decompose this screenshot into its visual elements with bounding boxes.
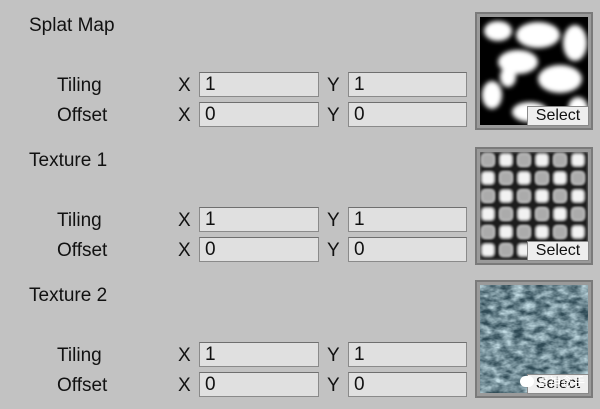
watermark: 喜神念手 <box>519 373 585 390</box>
tiling-x-field[interactable]: 1 <box>199 207 319 232</box>
texture-2-slot[interactable]: Select 喜神念手 <box>475 280 593 398</box>
tiling-x-label: X <box>178 345 191 366</box>
tiling-label: Tiling <box>57 75 102 96</box>
offset-x-label: X <box>178 375 191 396</box>
tiling-y-label: Y <box>327 210 340 231</box>
wechat-icon <box>519 376 534 387</box>
tiling-y-field[interactable]: 1 <box>348 342 467 367</box>
tiling-y-label: Y <box>327 75 340 96</box>
offset-x-field[interactable]: 0 <box>199 372 319 397</box>
tiling-x-field[interactable]: 1 <box>199 72 319 97</box>
offset-label: Offset <box>57 375 108 396</box>
tiling-x-label: X <box>178 210 191 231</box>
tiling-y-field[interactable]: 1 <box>348 207 467 232</box>
offset-y-label: Y <box>327 105 340 126</box>
watermark-text: 喜神念手 <box>536 375 585 389</box>
tiling-y-field[interactable]: 1 <box>348 72 467 97</box>
offset-x-field[interactable]: 0 <box>199 237 319 262</box>
section-title: Texture 1 <box>29 150 108 171</box>
select-button[interactable]: Select <box>527 106 589 126</box>
offset-y-label: Y <box>327 240 340 261</box>
section-title: Texture 2 <box>29 285 108 306</box>
offset-label: Offset <box>57 240 108 261</box>
offset-y-field[interactable]: 0 <box>348 372 467 397</box>
texture-1-slot[interactable]: Select <box>475 147 593 265</box>
section-title: Splat Map <box>29 15 115 36</box>
tiling-x-field[interactable]: 1 <box>199 342 319 367</box>
select-button[interactable]: Select <box>527 241 589 261</box>
offset-y-field[interactable]: 0 <box>348 237 467 262</box>
offset-x-label: X <box>178 105 191 126</box>
offset-x-field[interactable]: 0 <box>199 102 319 127</box>
splat-map-texture-slot[interactable]: Select <box>475 12 593 130</box>
offset-label: Offset <box>57 105 108 126</box>
tiling-label: Tiling <box>57 345 102 366</box>
offset-y-label: Y <box>327 375 340 396</box>
offset-y-field[interactable]: 0 <box>348 102 467 127</box>
tiling-label: Tiling <box>57 210 102 231</box>
tiling-x-label: X <box>178 75 191 96</box>
tiling-y-label: Y <box>327 345 340 366</box>
offset-x-label: X <box>178 240 191 261</box>
